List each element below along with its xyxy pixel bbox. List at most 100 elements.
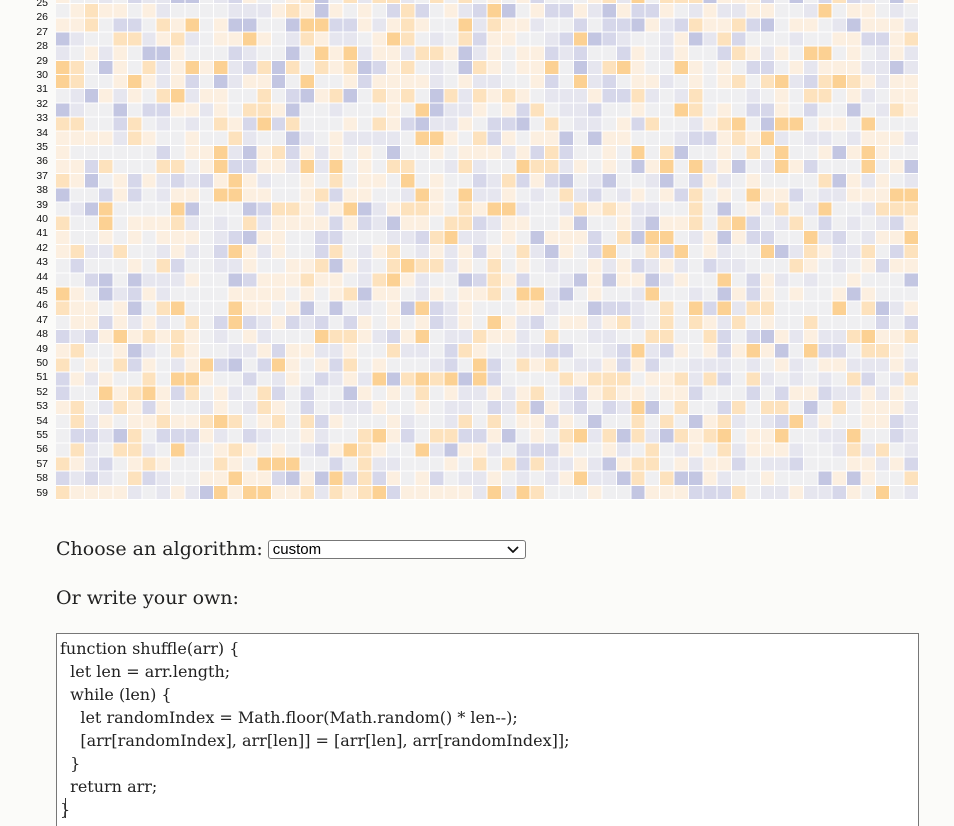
matrix-cell — [775, 358, 789, 372]
matrix-cell — [358, 0, 372, 4]
matrix-cell — [99, 89, 113, 103]
matrix-cell — [803, 245, 818, 259]
matrix-cell — [156, 429, 171, 443]
matrix-cell — [99, 46, 113, 60]
matrix-cell — [286, 202, 300, 216]
matrix-cell — [602, 443, 616, 457]
matrix-cell — [775, 429, 789, 443]
algorithm-select[interactable]: custom — [267, 539, 526, 559]
matrix-cell — [343, 202, 358, 216]
matrix-cell — [573, 89, 588, 103]
matrix-cell — [487, 0, 501, 4]
matrix-cell — [904, 429, 918, 443]
matrix-cell — [559, 60, 573, 74]
matrix-cell — [688, 259, 703, 273]
matrix-cell — [530, 301, 545, 315]
matrix-cell — [760, 429, 775, 443]
matrix-cell — [789, 0, 803, 4]
matrix-cell — [760, 60, 775, 74]
matrix-cell — [386, 485, 401, 499]
matrix-cell — [444, 344, 458, 358]
matrix-cell — [458, 230, 473, 244]
matrix-cell — [113, 344, 127, 358]
matrix-cell — [458, 443, 473, 457]
matrix-cell — [314, 0, 329, 4]
matrix-cell — [803, 60, 818, 74]
matrix-cell — [688, 315, 703, 329]
matrix-cell — [257, 60, 271, 74]
matrix-cell — [487, 4, 501, 18]
matrix-cell — [386, 287, 401, 301]
matrix-cell — [602, 117, 616, 131]
code-editor[interactable]: function shuffle(arr) { let len = arr.le… — [56, 633, 919, 826]
matrix-cell — [732, 429, 746, 443]
matrix-cell — [545, 358, 559, 372]
matrix-cell — [257, 4, 271, 18]
matrix-cell — [70, 344, 84, 358]
matrix-cell — [99, 75, 113, 89]
matrix-cell — [99, 457, 113, 471]
matrix-cell — [818, 60, 832, 74]
matrix-cell — [746, 315, 760, 329]
matrix-cell — [314, 230, 329, 244]
matrix-cell — [214, 457, 228, 471]
matrix-cell — [760, 46, 775, 60]
matrix-cell — [314, 131, 329, 145]
matrix-cell — [703, 145, 717, 159]
matrix-cell — [573, 330, 588, 344]
matrix-cell — [358, 443, 372, 457]
matrix-cell — [588, 443, 602, 457]
matrix-cell — [429, 273, 444, 287]
matrix-cell — [314, 160, 329, 174]
matrix-cell — [415, 457, 429, 471]
matrix-cell — [789, 230, 803, 244]
matrix-cell — [286, 117, 300, 131]
matrix-cell — [271, 160, 286, 174]
matrix-cell — [732, 202, 746, 216]
matrix-cell — [487, 330, 501, 344]
matrix-cell — [631, 301, 645, 315]
matrix-cell — [645, 372, 660, 386]
matrix-cell — [717, 457, 732, 471]
matrix-cell — [56, 117, 70, 131]
matrix-cell — [473, 131, 487, 145]
matrix-cell — [372, 273, 386, 287]
matrix-cell — [214, 344, 228, 358]
matrix-cell — [142, 145, 156, 159]
matrix-cell — [300, 259, 314, 273]
matrix-cell — [444, 315, 458, 329]
matrix-cell — [242, 188, 257, 202]
matrix-cell — [717, 18, 732, 32]
matrix-cell — [228, 485, 242, 499]
matrix-cell — [56, 344, 70, 358]
matrix-cell — [616, 415, 631, 429]
matrix-cell — [573, 457, 588, 471]
matrix-cell — [242, 443, 257, 457]
matrix-cell — [717, 0, 732, 4]
matrix-cell — [358, 245, 372, 259]
matrix-cell — [616, 0, 631, 4]
row-label: 50 — [36, 357, 48, 369]
matrix-cell — [861, 60, 875, 74]
matrix-cell — [142, 103, 156, 117]
matrix-cell — [214, 75, 228, 89]
matrix-cell — [890, 216, 904, 230]
matrix-cell — [789, 330, 803, 344]
matrix-cell — [746, 75, 760, 89]
matrix-cell — [847, 174, 861, 188]
matrix-cell — [631, 160, 645, 174]
matrix-cell — [501, 287, 516, 301]
matrix-cell — [746, 160, 760, 174]
matrix-cell — [789, 4, 803, 18]
matrix-cell — [444, 117, 458, 131]
matrix-cell — [429, 230, 444, 244]
matrix-cell — [616, 145, 631, 159]
matrix-cell — [142, 301, 156, 315]
matrix-cell — [559, 131, 573, 145]
matrix-cell — [372, 131, 386, 145]
matrix-cell — [890, 0, 904, 4]
matrix-cell — [429, 89, 444, 103]
matrix-cell — [56, 89, 70, 103]
matrix-cell — [760, 89, 775, 103]
matrix-cell — [415, 188, 429, 202]
